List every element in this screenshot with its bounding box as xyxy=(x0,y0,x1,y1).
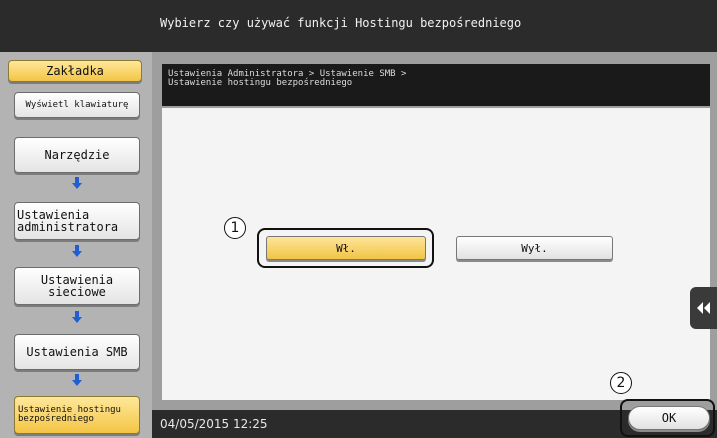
page-title: Wybierz czy używać funkcji Hostingu bezp… xyxy=(160,16,522,30)
bookmark-button[interactable]: Zakładka xyxy=(8,60,142,82)
off-option-button[interactable]: Wył. xyxy=(456,236,613,260)
down-arrow-icon xyxy=(69,310,85,324)
datetime: 04/05/2015 12:25 xyxy=(160,417,268,431)
callout-number-1: 1 xyxy=(224,217,246,239)
down-arrow-icon xyxy=(69,244,85,258)
path-smb-settings-button[interactable]: Ustawienia SMB xyxy=(14,334,140,370)
path-network-settings-button[interactable]: Ustawienia sieciowe xyxy=(14,267,140,305)
callout-number-2: 2 xyxy=(610,372,632,394)
path-direct-hosting-button[interactable]: Ustawienie hostingu bezpośredniego xyxy=(14,396,140,434)
double-chevron-left-icon xyxy=(696,299,712,318)
path-admin-settings-button[interactable]: Ustawienia administratora xyxy=(14,202,140,240)
ok-button[interactable]: OK xyxy=(628,406,710,430)
down-arrow-icon xyxy=(69,176,85,190)
breadcrumb: Ustawienia Administratora > Ustawienie S… xyxy=(162,64,710,106)
content-area xyxy=(162,108,710,400)
on-option-button[interactable]: Wł. xyxy=(266,236,426,260)
sidebar-header xyxy=(0,0,152,52)
show-keyboard-button[interactable]: Wyświetl klawiaturę xyxy=(14,92,140,118)
down-arrow-icon xyxy=(69,373,85,387)
path-tool-button[interactable]: Narzędzie xyxy=(14,137,140,173)
collapse-tab[interactable] xyxy=(690,287,717,329)
